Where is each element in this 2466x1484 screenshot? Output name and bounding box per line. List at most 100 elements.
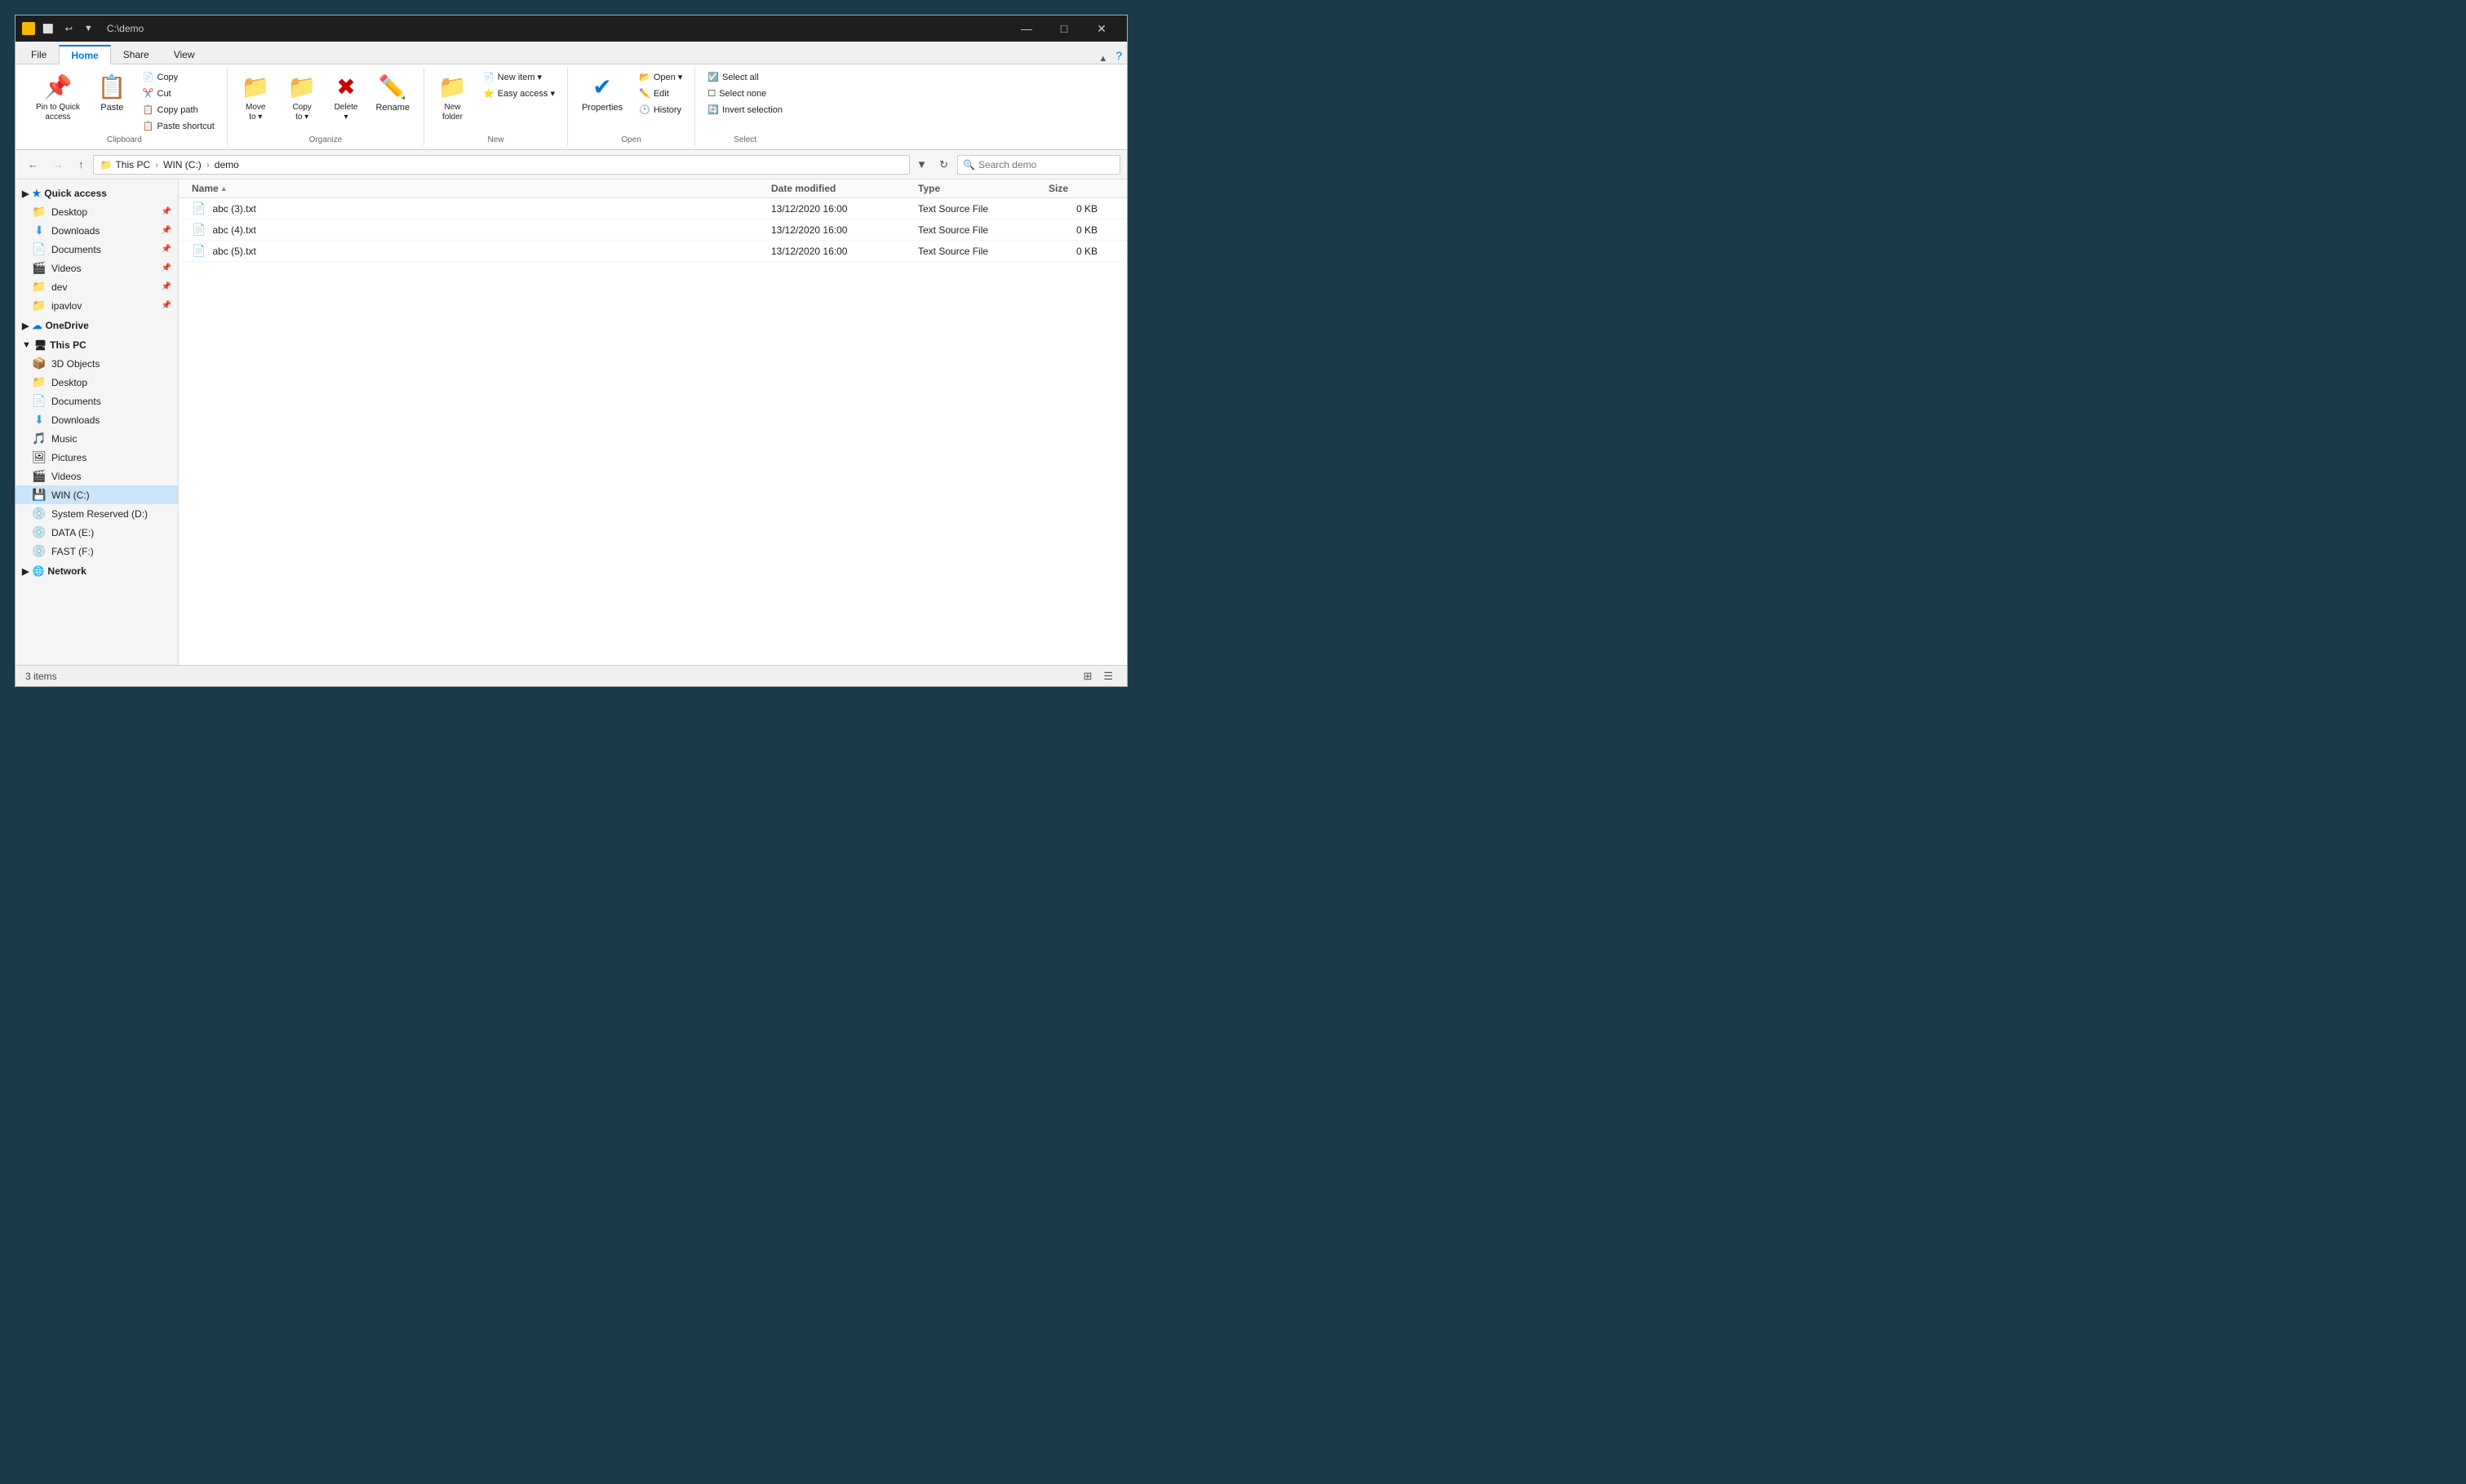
ribbon-tabs: File Home Share View ▲ ?: [16, 42, 1127, 64]
col-header-name[interactable]: Name ▲: [192, 183, 771, 194]
move-to-button[interactable]: 📁 Moveto ▾: [234, 69, 277, 126]
search-box: 🔍: [957, 155, 1120, 175]
sidebar-item-videos-qa[interactable]: 🎬 Videos 📌: [16, 259, 178, 277]
sidebar-item-documents-qa[interactable]: 📄 Documents 📌: [16, 240, 178, 259]
desktop-pc-label: Desktop: [51, 377, 87, 388]
maximize-button[interactable]: □: [1045, 16, 1083, 42]
paste-shortcut-button[interactable]: 📋 Paste shortcut: [137, 118, 220, 134]
sidebar-item-desktop-qa[interactable]: 📁 Desktop 📌: [16, 202, 178, 221]
sidebar-item-3d-objects[interactable]: 📦 3D Objects: [16, 354, 178, 373]
paste-button[interactable]: 📋 Paste: [91, 69, 134, 117]
ribbon-group-organize: 📁 Moveto ▾ 📁 Copyto ▾ ✖ Delete ▾ ✏️ Rena…: [228, 68, 424, 146]
select-none-icon: ☐: [707, 88, 716, 99]
clipboard-content: 📌 Pin to Quickaccess 📋 Paste 📄 Copy ✂️: [29, 69, 220, 134]
dev-label: dev: [51, 281, 67, 293]
desktop-label: Desktop: [51, 206, 87, 218]
system-reserved-icon: 💿: [32, 507, 47, 521]
downloads-pc-icon: ⬇: [32, 413, 47, 427]
sidebar-item-music[interactable]: 🎵 Music: [16, 429, 178, 448]
open-button[interactable]: 📂 Open ▾: [633, 69, 688, 85]
move-icon: 📁: [242, 73, 270, 100]
ribbon-expand[interactable]: ▲: [1098, 54, 1107, 64]
sidebar-item-system-reserved[interactable]: 💿 System Reserved (D:): [16, 504, 178, 523]
new-folder-button[interactable]: 📁 Newfolder: [431, 69, 474, 126]
sidebar-item-downloads-pc[interactable]: ⬇ Downloads: [16, 410, 178, 429]
sidebar-item-ipavlov[interactable]: 📁 ipavlov 📌: [16, 296, 178, 315]
up-button[interactable]: ↑: [73, 155, 90, 174]
sidebar-item-downloads-qa[interactable]: ⬇ Downloads 📌: [16, 221, 178, 240]
path-demo[interactable]: demo: [215, 159, 239, 171]
sidebar-item-win-c[interactable]: 💾 WIN (C:): [16, 485, 178, 504]
file-type: Text Source File: [918, 224, 1049, 236]
documents-pc-label: Documents: [51, 396, 101, 407]
qs-btn-2[interactable]: ↩: [61, 22, 77, 36]
select-all-button[interactable]: ☑️ Select all: [702, 69, 788, 85]
delete-button[interactable]: ✖ Delete ▾: [327, 69, 366, 126]
quick-access-header[interactable]: ▶ ★ Quick access: [16, 184, 178, 202]
file-icon: 📄: [192, 202, 206, 215]
delete-icon: ✖: [336, 73, 355, 100]
help-button[interactable]: ?: [1111, 47, 1127, 64]
table-row[interactable]: 📄 abc (3).txt 13/12/2020 16:00 Text Sour…: [179, 198, 1127, 219]
table-row[interactable]: 📄 abc (5).txt 13/12/2020 16:00 Text Sour…: [179, 241, 1127, 262]
file-area: Name ▲ Date modified Type Size 📄 abc (3)…: [179, 179, 1127, 665]
sidebar-item-documents-pc[interactable]: 📄 Documents: [16, 392, 178, 410]
invert-selection-button[interactable]: 🔄 Invert selection: [702, 102, 788, 117]
network-header[interactable]: ▶ 🌐 Network: [16, 562, 178, 580]
sidebar-item-desktop-pc[interactable]: 📁 Desktop: [16, 373, 178, 392]
refresh-button[interactable]: ↻: [934, 155, 954, 175]
view-details-button[interactable]: ⊞: [1079, 667, 1096, 685]
col-header-type[interactable]: Type: [918, 183, 1049, 194]
properties-button[interactable]: ✔ Properties: [574, 69, 630, 117]
col-header-size[interactable]: Size: [1049, 183, 1114, 194]
sidebar-item-dev[interactable]: 📁 dev 📌: [16, 277, 178, 296]
system-reserved-label: System Reserved (D:): [51, 508, 148, 520]
documents-label-qa: Documents: [51, 244, 101, 255]
pin-to-quick-access-button[interactable]: 📌 Pin to Quickaccess: [29, 69, 87, 126]
forward-button[interactable]: →: [47, 155, 69, 174]
view-list-button[interactable]: ☰: [1099, 667, 1117, 685]
qs-btn-1[interactable]: ⬜: [38, 22, 58, 36]
this-pc-header[interactable]: ▼ 🖥 This PC: [16, 336, 178, 354]
col-header-date[interactable]: Date modified: [771, 183, 918, 194]
this-pc-label: This PC: [50, 339, 86, 351]
sidebar-item-videos-pc[interactable]: 🎬 Videos: [16, 467, 178, 485]
back-button[interactable]: ←: [22, 155, 44, 174]
copy-to-button[interactable]: 📁 Copyto ▾: [281, 69, 324, 126]
tab-home[interactable]: Home: [59, 45, 110, 64]
paste-icon: 📋: [98, 73, 126, 100]
tab-share[interactable]: Share: [111, 44, 162, 64]
address-dropdown-button[interactable]: ▼: [913, 157, 930, 172]
search-input[interactable]: [978, 159, 1115, 171]
copy-path-button[interactable]: 📋 Copy path: [137, 102, 220, 117]
tab-view[interactable]: View: [162, 44, 207, 64]
history-button[interactable]: 🕐 History: [633, 102, 688, 117]
close-button[interactable]: ✕: [1083, 16, 1120, 42]
status-right: ⊞ ☰: [1079, 667, 1117, 685]
sidebar-item-data-e[interactable]: 💿 DATA (E:): [16, 523, 178, 542]
move-to-label: Moveto ▾: [246, 103, 265, 122]
minimize-button[interactable]: —: [1008, 16, 1045, 42]
table-row[interactable]: 📄 abc (4).txt 13/12/2020 16:00 Text Sour…: [179, 219, 1127, 241]
sidebar-item-fast-f[interactable]: 💿 FAST (F:): [16, 542, 178, 560]
select-all-icon: ☑️: [707, 72, 719, 82]
invert-label: Invert selection: [722, 105, 783, 115]
cut-button[interactable]: ✂️ Cut: [137, 86, 220, 101]
videos-pc-label: Videos: [51, 471, 81, 482]
path-win-c[interactable]: WIN (C:): [163, 159, 202, 171]
address-path[interactable]: 📁 This PC › WIN (C:) › demo: [93, 155, 910, 175]
onedrive-header[interactable]: ▶ ☁ OneDrive: [16, 317, 178, 334]
qs-dropdown[interactable]: ▼: [80, 22, 97, 35]
new-item-button[interactable]: 📄 New item ▾: [477, 69, 561, 85]
open-label: Open ▾: [654, 72, 683, 82]
path-this-pc[interactable]: This PC: [115, 159, 150, 171]
tab-file[interactable]: File: [19, 44, 59, 64]
copy-to-label: Copyto ▾: [292, 103, 311, 122]
edit-button[interactable]: ✏️ Edit: [633, 86, 688, 101]
select-none-button[interactable]: ☐ Select none: [702, 86, 788, 101]
organize-group-label: Organize: [309, 135, 343, 144]
sidebar-item-pictures[interactable]: 🖼 Pictures: [16, 448, 178, 467]
copy-button[interactable]: 📄 Copy: [137, 69, 220, 85]
easy-access-button[interactable]: ⭐ Easy access ▾: [477, 86, 561, 101]
rename-button[interactable]: ✏️ Rename: [368, 69, 417, 117]
